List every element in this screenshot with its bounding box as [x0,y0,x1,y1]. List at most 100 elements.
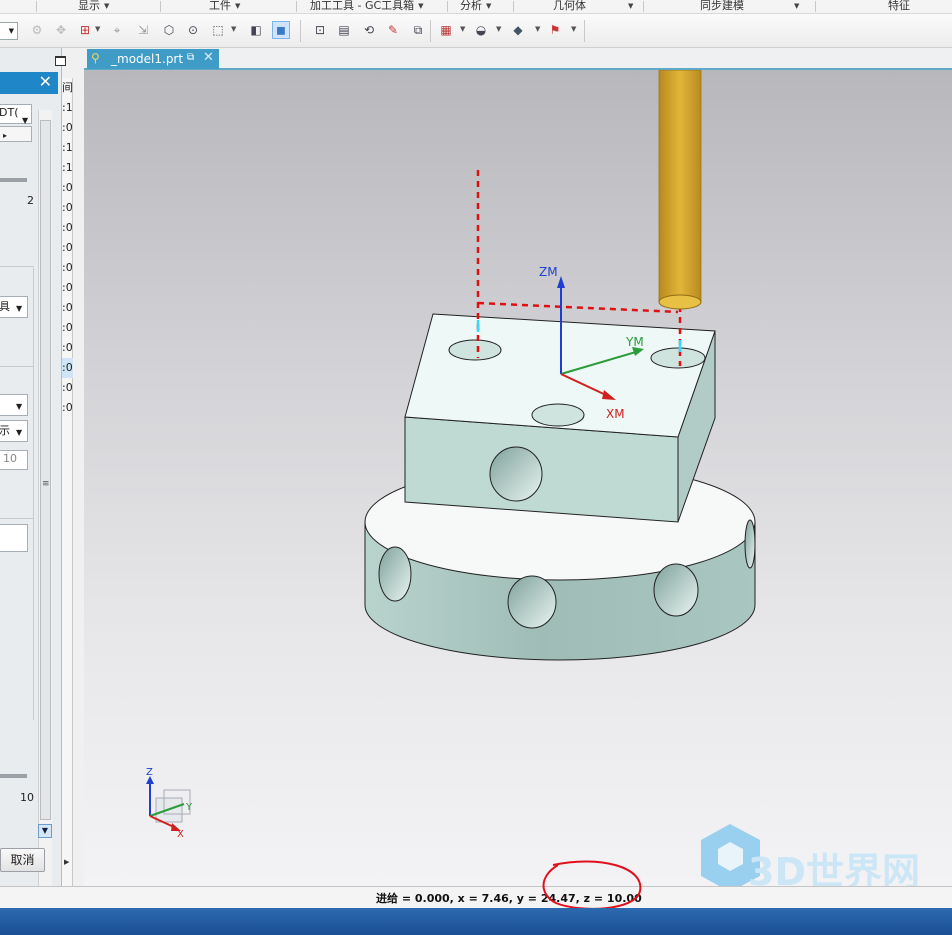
graphics-viewport[interactable]: ZM YM XM Z Y X 3D世界网 [84,70,952,886]
chevron-down-icon[interactable]: ▼ [231,25,236,33]
chevron-down-icon[interactable]: ▼ [460,25,465,33]
ribbon-group-bar: 显示 ▼ 工件 ▼ 加工工具 - GC工具箱 ▼ 分析 ▼ 几何体 ▼ 同步建模 ▼ 特征 [0,0,952,14]
side-hole [744,519,756,569]
side-hole [378,546,412,602]
file-tab[interactable]: ⚲ _model1.prt ⧉ ✕ [87,49,219,69]
ym-axis-label: YM [625,335,644,349]
select-icon[interactable]: ⇲ [134,21,152,39]
chevron-down-icon[interactable]: ▼ [16,428,22,437]
scroll-right-icon[interactable]: ▶ [64,858,69,866]
value-label: 10 [20,791,34,804]
box-select-icon[interactable]: ⬚ [209,21,227,39]
time-row[interactable]: :0 [62,378,73,398]
chevron-down-icon: ▼ [486,2,492,10]
close-tab-icon[interactable]: ✕ [203,50,214,65]
time-row[interactable]: :0 [62,358,73,378]
hexagon-icon[interactable]: ⬡ [160,21,178,39]
chevron-down-icon[interactable]: ▼ [16,304,22,313]
ribbon-group-sync-modeling[interactable]: 同步建模 ▼ [700,0,799,14]
side-hole [507,575,557,629]
time-row[interactable]: :0 [62,118,73,138]
disabled-move-icon[interactable]: ✥ [52,21,70,39]
disabled-tool-icon[interactable]: ⚙ [28,21,46,39]
model-scene: ZM YM XM Z Y X 3D世界网 [146,70,920,886]
display-dropdown[interactable]: 示 [0,420,28,442]
ribbon-group-geometry[interactable]: 几何体 ▼ [553,0,633,14]
solid-cube-icon[interactable]: ◆ [509,21,527,39]
flag-icon[interactable]: ⚑ [546,21,564,39]
close-icon[interactable]: ✕ [39,73,52,91]
chevron-down-icon: ▼ [418,2,424,10]
view-triad: Z Y X [146,767,193,840]
divider [0,366,34,367]
restore-window-icon[interactable] [55,56,66,66]
ribbon-group-gc-toolbox[interactable]: 加工工具 - GC工具箱 ▼ [310,0,424,14]
triad-y-label: Y [185,802,193,813]
toolbar-combo[interactable]: ▼ [0,22,18,40]
time-row[interactable]: :0 [62,258,73,278]
option-dropdown[interactable] [0,394,28,416]
ribbon-group-display[interactable]: 显示 ▼ [78,0,109,14]
dialog-slider[interactable] [0,774,27,778]
time-row[interactable]: :14 [62,98,73,118]
time-row[interactable]: :0 [62,298,73,318]
chevron-down-icon[interactable]: ▼ [496,25,501,33]
windows-taskbar [0,908,952,935]
operation-dialog: ✕ DT( ▼ ▸ 2 具 ▼ ▼ 示 ▼ 10 10 ≡ ▼ 取消 [0,48,66,890]
zm-axis-label: ZM [539,265,558,279]
view-fit-icon[interactable]: ⊡ [311,21,329,39]
chevron-down-icon[interactable]: ▼ [571,25,576,33]
ribbon-separator [815,1,816,12]
scroll-down-icon[interactable]: ▼ [38,824,52,838]
time-row[interactable]: :1 [62,138,73,158]
tool-position-readout: 进给 = 0.000, x = 7.46, y = 24.47, z = 10.… [376,892,642,905]
ribbon-group-workpiece[interactable]: 工件 ▼ [209,0,240,14]
ribbon-separator [36,1,37,12]
speed-input[interactable]: 10 [0,450,28,470]
grid-icon[interactable]: ▦ [437,21,455,39]
ribbon-separator [447,1,448,12]
time-row[interactable]: :1 [62,158,73,178]
shaded-body-icon[interactable]: ◧ [247,21,265,39]
time-row[interactable]: :0 [62,338,73,358]
time-row[interactable]: :0 [62,178,73,198]
time-column: 间 :14:0:1:1:0:0:0:0:0:0:0:0:0:0:0:0 ▶ [62,78,73,886]
image-icon[interactable]: ▤ [335,21,353,39]
triad-x-label: X [177,829,184,840]
time-row[interactable]: :0 [62,318,73,338]
chevron-down-icon[interactable]: ▼ [95,25,100,33]
layers-icon[interactable]: ⧉ [409,21,427,39]
tool-dropdown[interactable]: 具 [0,296,28,318]
chevron-down-icon: ▼ [104,2,110,10]
chevron-down-icon[interactable]: ▼ [535,25,540,33]
ribbon-group-feature[interactable]: 特征 [888,0,910,14]
ribbon-separator [160,1,161,12]
file-tab-strip: ⚲ _model1.prt ⧉ ✕ [84,48,952,70]
scrollbar-thumb[interactable]: ≡ [40,120,51,820]
chevron-down-icon[interactable]: ▼ [22,116,28,125]
time-row[interactable]: :0 [62,398,73,418]
chevron-down-icon[interactable]: ▼ [16,402,22,411]
add-feature-icon[interactable]: ⊞ [76,21,94,39]
time-row[interactable]: :0 [62,278,73,298]
lasso-select-icon[interactable]: ⊙ [184,21,202,39]
xm-axis-label: XM [606,407,625,421]
time-row[interactable]: :0 [62,198,73,218]
ribbon-separator [643,1,644,12]
external-link-icon[interactable]: ⧉ [187,52,194,63]
dialog-slider[interactable] [0,178,27,182]
time-row[interactable]: :0 [62,218,73,238]
shaded-cube-icon[interactable]: ◼ [272,21,290,39]
dialog-scrollbar[interactable]: ≡ [38,110,52,890]
combo-expand[interactable]: ▸ [0,126,32,142]
list-box[interactable] [0,524,28,552]
chevron-down-icon: ▼ [235,2,241,10]
rotate-icon[interactable]: ⟲ [360,21,378,39]
pen-icon[interactable]: ✎ [384,21,402,39]
divider [0,266,34,267]
divider [0,518,34,519]
time-row[interactable]: :0 [62,238,73,258]
ribbon-group-analysis[interactable]: 分析 ▼ [460,0,491,14]
section-view-icon[interactable]: ◒ [472,21,490,39]
snap-icon[interactable]: ⌖ [108,21,126,39]
